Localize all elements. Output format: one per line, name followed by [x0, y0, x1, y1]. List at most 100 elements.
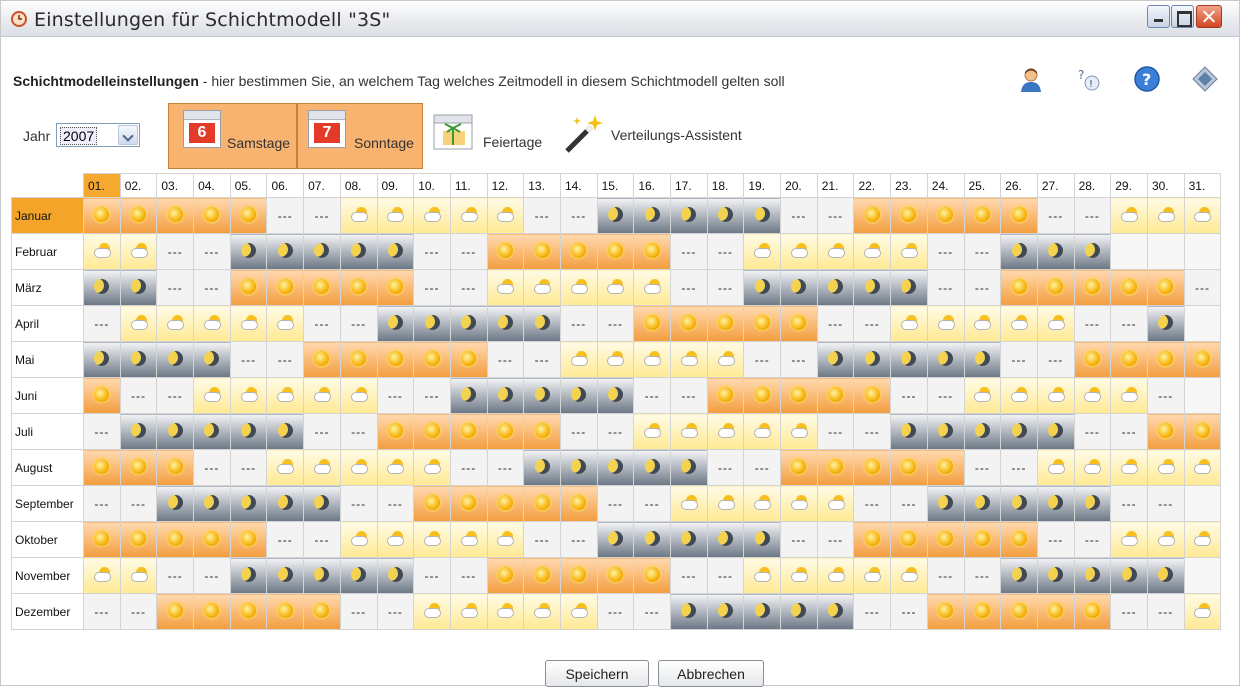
night-shift-cell[interactable] — [1073, 233, 1112, 270]
free-day-cell[interactable]: --- — [926, 269, 965, 306]
early-shift-cell[interactable] — [596, 341, 635, 378]
free-day-cell[interactable]: --- — [816, 197, 855, 234]
month-label[interactable]: August — [11, 449, 84, 486]
late-shift-cell[interactable] — [193, 521, 231, 558]
free-day-cell[interactable]: --- — [853, 305, 892, 342]
early-shift-cell[interactable] — [1036, 305, 1075, 342]
late-shift-cell[interactable] — [156, 449, 195, 486]
month-label[interactable]: November — [11, 557, 84, 594]
late-shift-cell[interactable] — [303, 269, 341, 306]
free-day-cell[interactable]: --- — [523, 197, 561, 234]
month-label[interactable]: Mai — [11, 341, 84, 378]
month-label[interactable]: Februar — [11, 233, 84, 270]
free-day-cell[interactable]: --- — [486, 449, 525, 486]
night-shift-cell[interactable] — [266, 413, 305, 450]
early-shift-cell[interactable] — [229, 305, 268, 342]
night-shift-cell[interactable] — [633, 521, 671, 558]
night-shift-cell[interactable] — [853, 341, 892, 378]
free-day-cell[interactable]: --- — [1036, 341, 1075, 378]
free-day-cell[interactable]: --- — [449, 449, 488, 486]
early-shift-cell[interactable] — [376, 197, 415, 234]
early-shift-cell[interactable] — [706, 485, 745, 522]
late-shift-cell[interactable] — [1073, 593, 1112, 630]
free-day-cell[interactable]: --- — [193, 233, 231, 270]
early-shift-cell[interactable] — [523, 593, 561, 630]
late-shift-cell[interactable] — [229, 197, 268, 234]
night-shift-cell[interactable] — [596, 521, 635, 558]
day-header[interactable]: 26. — [1000, 173, 1038, 198]
late-shift-cell[interactable] — [193, 593, 231, 630]
night-shift-cell[interactable] — [890, 341, 928, 378]
day-header[interactable]: 11. — [449, 173, 488, 198]
night-shift-cell[interactable] — [523, 377, 561, 414]
early-shift-cell[interactable] — [339, 521, 378, 558]
late-shift-cell[interactable] — [266, 593, 305, 630]
night-shift-cell[interactable] — [193, 413, 231, 450]
night-shift-cell[interactable] — [486, 305, 525, 342]
free-day-cell[interactable]: --- — [670, 233, 708, 270]
late-shift-cell[interactable] — [706, 377, 745, 414]
night-shift-cell[interactable] — [853, 269, 892, 306]
night-shift-cell[interactable] — [1036, 557, 1075, 594]
night-shift-cell[interactable] — [523, 449, 561, 486]
early-shift-cell[interactable] — [303, 377, 341, 414]
free-day-cell[interactable]: --- — [559, 413, 598, 450]
day-header[interactable]: 24. — [926, 173, 965, 198]
late-shift-cell[interactable] — [119, 521, 158, 558]
saturdays-button[interactable]: 6 Samstage — [168, 103, 297, 169]
early-shift-cell[interactable] — [303, 449, 341, 486]
free-day-cell[interactable]: --- — [926, 233, 965, 270]
early-shift-cell[interactable] — [1183, 197, 1222, 234]
free-day-cell[interactable]: --- — [339, 413, 378, 450]
late-shift-cell[interactable] — [1146, 341, 1185, 378]
day-header[interactable]: 17. — [670, 173, 708, 198]
late-shift-cell[interactable] — [156, 593, 195, 630]
free-day-cell[interactable]: --- — [339, 485, 378, 522]
night-shift-cell[interactable] — [119, 269, 158, 306]
free-day-cell[interactable]: --- — [413, 377, 451, 414]
early-shift-cell[interactable] — [83, 557, 121, 594]
late-shift-cell[interactable] — [670, 305, 708, 342]
late-shift-cell[interactable] — [1073, 269, 1112, 306]
night-shift-cell[interactable] — [266, 557, 305, 594]
free-day-cell[interactable]: --- — [376, 593, 415, 630]
sundays-button[interactable]: 7 Sonntage — [297, 103, 423, 169]
late-shift-cell[interactable] — [559, 485, 598, 522]
late-shift-cell[interactable] — [156, 197, 195, 234]
day-header[interactable]: 30. — [1146, 173, 1185, 198]
late-shift-cell[interactable] — [926, 521, 965, 558]
free-day-cell[interactable]: --- — [559, 521, 598, 558]
month-label[interactable]: Oktober — [11, 521, 84, 558]
day-header[interactable]: 16. — [633, 173, 671, 198]
early-shift-cell[interactable] — [743, 233, 782, 270]
night-shift-cell[interactable] — [926, 413, 965, 450]
month-label[interactable]: April — [11, 305, 84, 342]
night-shift-cell[interactable] — [890, 413, 928, 450]
night-shift-cell[interactable] — [559, 449, 598, 486]
late-shift-cell[interactable] — [266, 269, 305, 306]
free-day-cell[interactable]: --- — [1073, 521, 1112, 558]
late-shift-cell[interactable] — [780, 449, 818, 486]
night-shift-cell[interactable] — [156, 413, 195, 450]
early-shift-cell[interactable] — [266, 377, 305, 414]
month-label[interactable]: Juli — [11, 413, 84, 450]
early-shift-cell[interactable] — [1146, 197, 1185, 234]
night-shift-cell[interactable] — [963, 485, 1002, 522]
free-day-cell[interactable]: --- — [339, 593, 378, 630]
early-shift-cell[interactable] — [1036, 449, 1075, 486]
night-shift-cell[interactable] — [413, 305, 451, 342]
free-day-cell[interactable]: --- — [963, 449, 1002, 486]
free-day-cell[interactable]: --- — [596, 593, 635, 630]
day-header[interactable]: 04. — [193, 173, 231, 198]
night-shift-cell[interactable] — [596, 197, 635, 234]
early-shift-cell[interactable] — [1146, 449, 1185, 486]
early-shift-cell[interactable] — [266, 305, 305, 342]
early-shift-cell[interactable] — [890, 233, 928, 270]
early-shift-cell[interactable] — [1110, 521, 1148, 558]
early-shift-cell[interactable] — [1183, 449, 1222, 486]
day-header[interactable]: 06. — [266, 173, 305, 198]
early-shift-cell[interactable] — [486, 197, 525, 234]
late-shift-cell[interactable] — [413, 485, 451, 522]
night-shift-cell[interactable] — [229, 485, 268, 522]
night-shift-cell[interactable] — [1036, 413, 1075, 450]
